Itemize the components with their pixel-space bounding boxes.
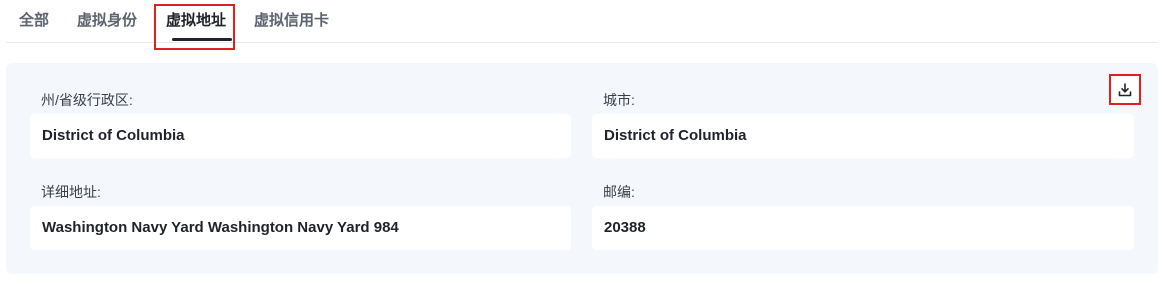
address-value[interactable]: Washington Navy Yard Washington Navy Yar… bbox=[30, 206, 571, 250]
address-label: 详细地址: bbox=[41, 184, 101, 200]
state-label: 州/省级行政区: bbox=[41, 92, 133, 108]
zip-value[interactable]: 20388 bbox=[592, 206, 1134, 250]
tab-bar: 全部 虚拟身份 虚拟地址 虚拟信用卡 bbox=[6, 0, 1158, 43]
address-panel: 州/省级行政区: District of Columbia 城市: Distri… bbox=[6, 63, 1158, 274]
city-value[interactable]: District of Columbia bbox=[592, 114, 1134, 158]
tab-all[interactable]: 全部 bbox=[19, 0, 49, 42]
tab-virtual-identity[interactable]: 虚拟身份 bbox=[77, 0, 137, 42]
state-value[interactable]: District of Columbia bbox=[30, 114, 571, 158]
tab-virtual-address-label: 虚拟地址 bbox=[166, 12, 227, 29]
active-tab-indicator bbox=[172, 38, 233, 41]
zip-label: 邮编: bbox=[603, 184, 635, 200]
tab-virtual-credit-card[interactable]: 虚拟信用卡 bbox=[254, 0, 329, 42]
download-icon bbox=[1118, 82, 1132, 96]
download-button[interactable] bbox=[1109, 74, 1141, 105]
city-label: 城市: bbox=[603, 92, 635, 108]
tab-virtual-address[interactable]: 虚拟地址 bbox=[166, 0, 233, 42]
